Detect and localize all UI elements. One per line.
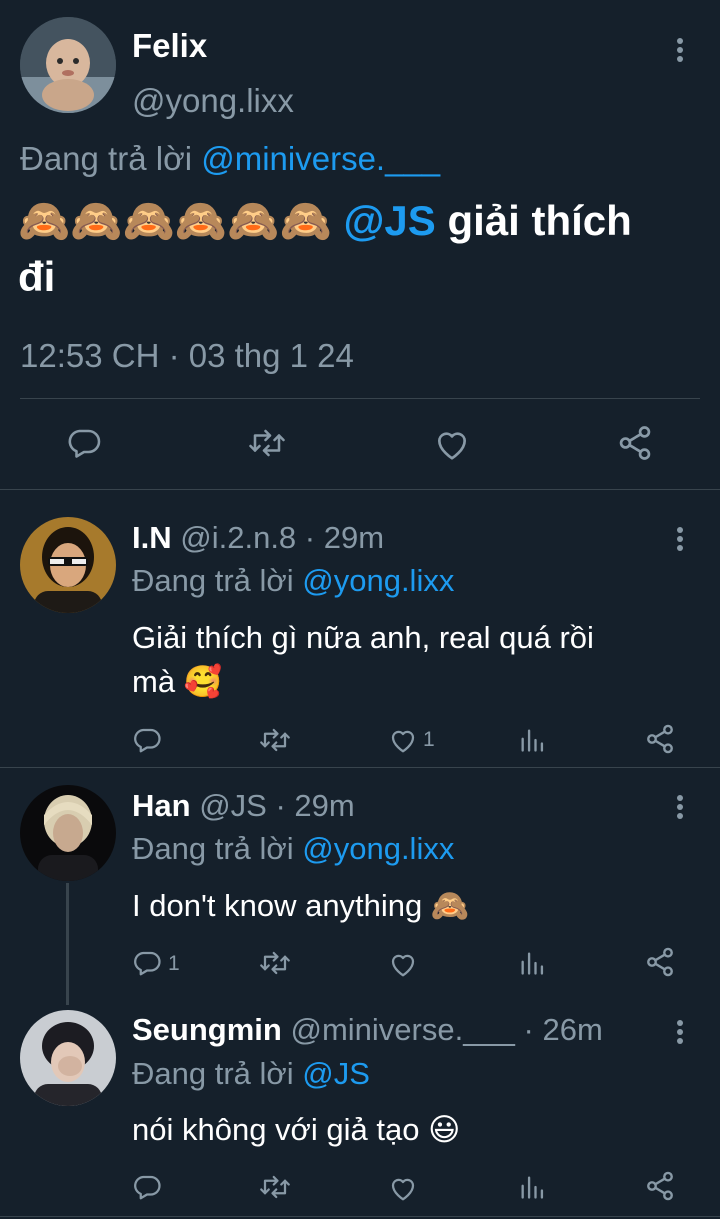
retweet-icon[interactable] bbox=[247, 425, 287, 461]
reply-author-name[interactable]: I.N bbox=[132, 520, 172, 555]
avatar-seungmin[interactable] bbox=[20, 1010, 116, 1106]
replying-prefix: Đang trả lời bbox=[20, 140, 193, 177]
divider bbox=[0, 767, 720, 768]
reply-author-name[interactable]: Seungmin bbox=[132, 1012, 282, 1047]
retweet-icon[interactable] bbox=[258, 948, 292, 978]
like-count: 1 bbox=[423, 728, 435, 751]
tweet-text-line2: đi bbox=[18, 253, 56, 300]
replying-to-link[interactable]: @yong.lixx bbox=[302, 831, 454, 866]
more-icon[interactable] bbox=[676, 795, 684, 822]
retweet-icon[interactable] bbox=[258, 1172, 292, 1202]
avatar-han-image bbox=[20, 785, 116, 881]
reply-header: Han @JS · 29m bbox=[132, 788, 355, 824]
reply-count: 1 bbox=[168, 952, 180, 975]
reply-author-name[interactable]: Han bbox=[132, 788, 191, 823]
reply-time: · 29m bbox=[275, 788, 355, 823]
grinning-emoji: 😃 bbox=[428, 1112, 461, 1148]
more-icon[interactable] bbox=[676, 1020, 684, 1047]
divider bbox=[20, 398, 700, 399]
replying-to-link[interactable]: @yong.lixx bbox=[302, 563, 454, 598]
thread-line bbox=[66, 883, 69, 1005]
reply-text-line1: nói không với giả tạo bbox=[132, 1112, 420, 1147]
replying-to-link[interactable]: @JS bbox=[302, 1056, 370, 1091]
replying-line: Đang trả lời @JS bbox=[132, 1056, 370, 1092]
divider bbox=[0, 489, 720, 490]
retweet-icon[interactable] bbox=[258, 725, 292, 755]
monkey-emojis: 🙈🙈🙈🙈🙈🙈 bbox=[18, 196, 332, 245]
reply-icon[interactable] bbox=[132, 948, 162, 978]
replying-line: Đang trả lời @yong.lixx bbox=[132, 563, 454, 599]
reply-text-line1: Giải thích gì nữa anh, real quá rồi bbox=[132, 620, 594, 655]
like-icon[interactable] bbox=[433, 426, 471, 462]
tweet-text: 🙈🙈🙈🙈🙈🙈 @JS giải thích đi bbox=[18, 193, 708, 305]
tweet-timestamp: 12:53 CH · 03 thg 1 24 bbox=[20, 337, 354, 374]
avatar-in-image bbox=[20, 517, 116, 613]
reply-text-line2: mà bbox=[132, 664, 176, 699]
share-icon[interactable] bbox=[644, 1170, 676, 1202]
reply-header: Seungmin @miniverse.___ · 26m bbox=[132, 1012, 603, 1048]
like-icon[interactable] bbox=[388, 1174, 418, 1202]
smiling-hearts-emoji: 🥰 bbox=[183, 664, 223, 700]
like-icon[interactable] bbox=[388, 950, 418, 978]
avatar-felix[interactable] bbox=[20, 17, 116, 113]
share-icon[interactable] bbox=[644, 946, 676, 978]
reply-header: I.N @i.2.n.8 · 29m bbox=[132, 520, 384, 556]
like-icon[interactable] bbox=[388, 726, 418, 754]
avatar-han[interactable] bbox=[20, 785, 116, 881]
author-name[interactable]: Felix bbox=[132, 27, 207, 65]
replying-to-link[interactable]: @miniverse.___ bbox=[201, 140, 440, 177]
reply-text: Giải thích gì nữa anh, real quá rồi mà 🥰 bbox=[132, 616, 702, 704]
replying-line: Đang trả lời @miniverse.___ bbox=[20, 140, 440, 178]
reply-author-handle[interactable]: @i.2.n.8 bbox=[180, 520, 296, 555]
views-icon[interactable] bbox=[518, 1172, 546, 1202]
more-icon[interactable] bbox=[676, 38, 684, 65]
divider bbox=[0, 1216, 720, 1217]
see-no-evil-emoji: 🙈 bbox=[430, 888, 470, 924]
avatar-in[interactable] bbox=[20, 517, 116, 613]
replying-prefix: Đang trả lời bbox=[132, 1056, 294, 1091]
share-icon[interactable] bbox=[616, 424, 654, 462]
tweet-text-part: giải thích bbox=[447, 197, 632, 244]
replying-line: Đang trả lời @yong.lixx bbox=[132, 831, 454, 867]
share-icon[interactable] bbox=[644, 723, 676, 755]
views-icon[interactable] bbox=[518, 948, 546, 978]
views-icon[interactable] bbox=[518, 725, 546, 755]
reply-author-handle[interactable]: @miniverse.___ bbox=[290, 1012, 514, 1047]
author-handle[interactable]: @yong.lixx bbox=[132, 82, 294, 120]
reply-icon[interactable] bbox=[132, 1172, 162, 1202]
reply-time: · 26m bbox=[523, 1012, 603, 1047]
reply-time: · 29m bbox=[304, 520, 385, 555]
mention-link[interactable]: @JS bbox=[343, 197, 435, 244]
replying-prefix: Đang trả lời bbox=[132, 563, 294, 598]
reply-text: I don't know anything 🙈 bbox=[132, 884, 702, 928]
reply-icon[interactable] bbox=[66, 425, 102, 461]
replying-prefix: Đang trả lời bbox=[132, 831, 294, 866]
avatar-felix-image bbox=[20, 17, 116, 113]
reply-text: nói không với giả tạo 😃 bbox=[132, 1108, 702, 1152]
reply-author-handle[interactable]: @JS bbox=[199, 788, 267, 823]
reply-icon[interactable] bbox=[132, 725, 162, 755]
avatar-seungmin-image bbox=[20, 1010, 116, 1106]
reply-text-line1: I don't know anything bbox=[132, 888, 423, 923]
more-icon[interactable] bbox=[676, 527, 684, 554]
